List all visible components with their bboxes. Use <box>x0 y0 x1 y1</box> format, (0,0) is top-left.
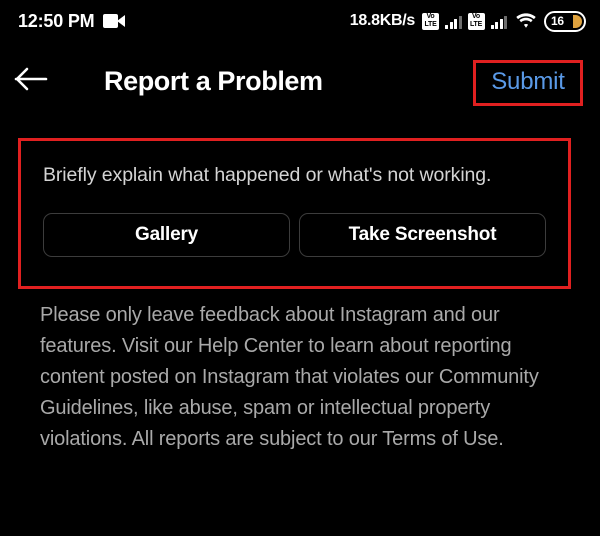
volte-bottom-text-2: LTE <box>469 21 483 28</box>
take-screenshot-button[interactable]: Take Screenshot <box>299 213 546 257</box>
submit-annotation-box: Submit <box>473 60 583 106</box>
volte-top-text-2: Vo <box>471 13 481 20</box>
status-bar: 12:50 PM 18.8KB/s Vo LTE Vo LTE 16 <box>0 0 600 42</box>
battery-level-fill <box>573 14 582 28</box>
back-button[interactable] <box>0 48 62 114</box>
feedback-disclaimer-text: Please only leave feedback about Instagr… <box>40 304 539 450</box>
volte-bottom-text: LTE <box>424 21 437 28</box>
battery-percent-text: 16 <box>551 14 564 28</box>
volte-icon-sim1: Vo LTE <box>422 12 439 30</box>
wifi-icon <box>515 13 537 29</box>
report-input-annotation-box: Briefly explain what happened or what's … <box>18 138 571 289</box>
arrow-left-icon <box>14 66 48 97</box>
volte-top-text: Vo <box>426 13 435 20</box>
gallery-button[interactable]: Gallery <box>43 213 290 257</box>
network-speed-indicator: 18.8KB/s <box>349 12 416 29</box>
status-bar-left: 12:50 PM <box>18 10 126 32</box>
page-title: Report a Problem <box>104 65 323 96</box>
app-header: Report a Problem Submit <box>0 48 600 114</box>
attachment-buttons-row: Gallery Take Screenshot <box>43 213 546 257</box>
submit-button[interactable]: Submit <box>491 68 565 96</box>
status-bar-right: 18.8KB/s Vo LTE Vo LTE 16 <box>349 10 586 32</box>
report-form: Briefly explain what happened or what's … <box>21 141 568 257</box>
video-camera-icon <box>103 14 126 28</box>
report-a-problem-screen: 12:50 PM 18.8KB/s Vo LTE Vo LTE 16 Repor… <box>0 0 600 536</box>
battery-indicator: 16 <box>544 10 586 32</box>
signal-bars-sim1 <box>445 14 462 29</box>
volte-icon-sim2: Vo LTE <box>467 12 485 30</box>
status-time: 12:50 PM <box>18 10 95 31</box>
problem-description-input[interactable]: Briefly explain what happened or what's … <box>43 163 546 187</box>
signal-bars-sim2 <box>490 14 507 29</box>
